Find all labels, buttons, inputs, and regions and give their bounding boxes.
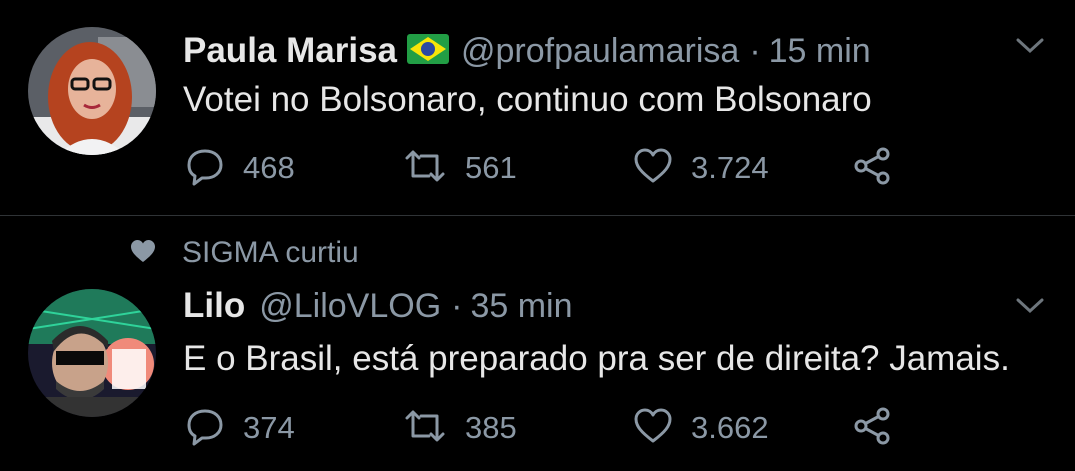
retweet-count: 561	[465, 150, 517, 185]
brazil-flag-icon	[407, 33, 449, 69]
tweet-header: Lilo @LiloVLOG · 35 min	[183, 286, 573, 326]
like-button[interactable]: 3.724	[633, 146, 769, 190]
avatar[interactable]	[28, 27, 156, 155]
chevron-down-icon[interactable]	[1015, 296, 1045, 316]
separator-dot: ·	[749, 31, 761, 70]
retweet-icon	[403, 146, 447, 191]
chevron-down-icon[interactable]	[1015, 36, 1045, 56]
reply-icon	[185, 406, 225, 451]
timestamp[interactable]: 35 min	[470, 287, 572, 326]
avatar[interactable]	[28, 289, 156, 417]
tweet-header: Paula Marisa @profpaulamarisa · 15 min	[183, 28, 871, 74]
retweet-button[interactable]: 385	[403, 406, 517, 450]
separator-dot: ·	[451, 286, 463, 325]
tweet-actions: 374 385 3.662	[183, 406, 903, 450]
reply-icon	[185, 146, 225, 191]
reply-count: 374	[243, 410, 295, 445]
share-button[interactable]	[853, 406, 893, 450]
reply-button[interactable]: 468	[185, 146, 295, 190]
context-label[interactable]: SIGMA curtiu	[182, 236, 359, 270]
heart-context-icon	[130, 239, 156, 268]
like-count: 3.662	[691, 410, 769, 445]
reply-count: 468	[243, 150, 295, 185]
social-context: SIGMA curtiu	[130, 236, 359, 270]
share-icon	[853, 406, 893, 451]
timestamp[interactable]: 15 min	[769, 32, 871, 71]
like-icon	[633, 146, 673, 191]
tweet[interactable]: Paula Marisa @profpaulamarisa · 15 min V…	[0, 0, 1075, 215]
tweet-text: E o Brasil, está preparado pra ser de di…	[183, 339, 1010, 378]
display-name[interactable]: Lilo	[183, 286, 245, 326]
retweet-icon	[403, 406, 447, 451]
tweet[interactable]: SIGMA curtiu Lilo @LiloVLOG · 35 min E o…	[0, 216, 1075, 471]
share-button[interactable]	[853, 146, 893, 190]
tweet-text: Votei no Bolsonaro, continuo com Bolsona…	[183, 80, 872, 119]
like-button[interactable]: 3.662	[633, 406, 769, 450]
tweet-actions: 468 561 3.724	[183, 146, 903, 190]
retweet-count: 385	[465, 410, 517, 445]
share-icon	[853, 146, 893, 191]
like-count: 3.724	[691, 150, 769, 185]
display-name[interactable]: Paula Marisa	[183, 31, 397, 71]
user-handle[interactable]: @profpaulamarisa	[461, 32, 739, 71]
like-icon	[633, 406, 673, 451]
user-handle[interactable]: @LiloVLOG	[259, 287, 441, 326]
reply-button[interactable]: 374	[185, 406, 295, 450]
retweet-button[interactable]: 561	[403, 146, 517, 190]
